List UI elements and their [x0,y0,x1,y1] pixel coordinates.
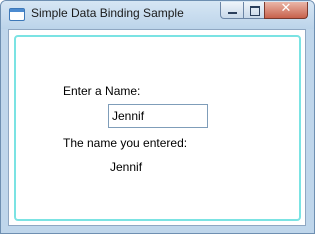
result-value: Jennif [110,160,143,174]
maximize-icon [250,6,260,16]
minimize-icon [228,12,237,14]
result-label: The name you entered: [63,136,188,150]
title-bar[interactable]: Simple Data Binding Sample ✕ [1,1,314,29]
close-button[interactable]: ✕ [264,1,308,19]
app-window: Simple Data Binding Sample ✕ Enter a Nam… [0,0,315,234]
maximize-button[interactable] [243,2,265,19]
close-icon: ✕ [280,1,292,16]
name-input[interactable] [108,104,208,128]
minimize-button[interactable] [220,2,244,19]
window-icon[interactable] [9,8,25,21]
client-area: Enter a Name: The name you entered: Jenn… [8,29,306,226]
name-label: Enter a Name: [63,84,141,98]
content-border [14,35,301,221]
window-title: Simple Data Binding Sample [31,6,184,20]
